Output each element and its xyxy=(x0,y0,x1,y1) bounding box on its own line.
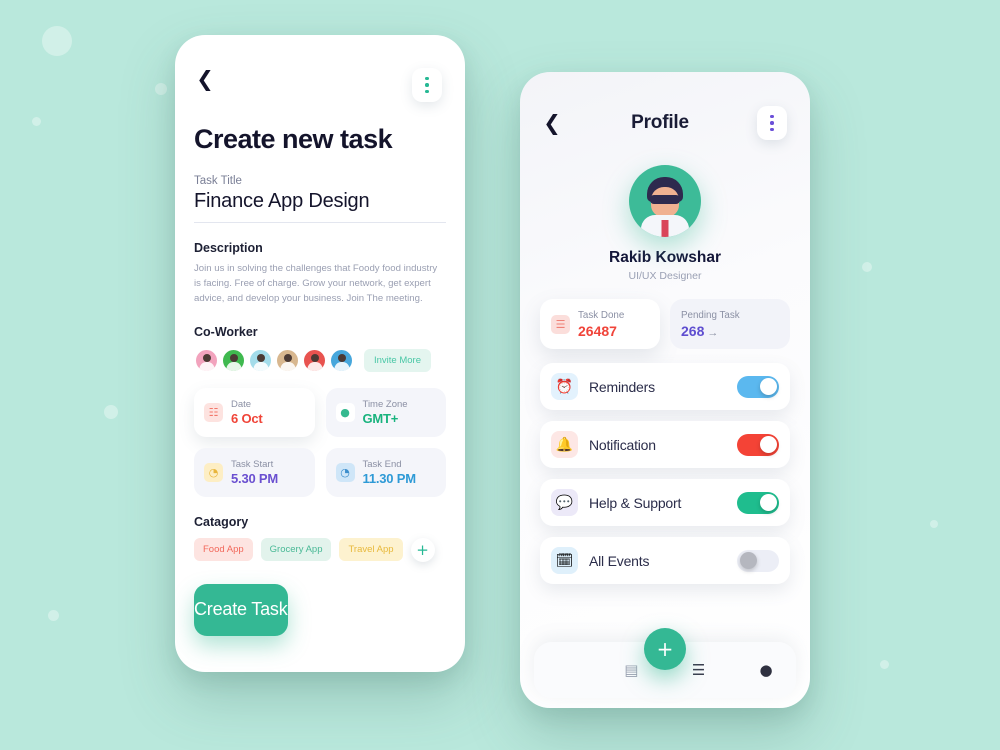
plus-icon[interactable]: + xyxy=(410,537,435,562)
bg-circle xyxy=(862,262,872,272)
settings-row[interactable]: 💬 Help & Support xyxy=(540,479,790,526)
create-task-button[interactable]: Create Task xyxy=(194,583,288,636)
avatar[interactable] xyxy=(329,347,354,373)
avatar[interactable] xyxy=(302,347,327,373)
bg-circle xyxy=(880,660,889,669)
bg-circle xyxy=(104,405,118,419)
bg-circle xyxy=(48,610,59,621)
schedule-card[interactable]: ◔ Task End 11.30 PM xyxy=(325,447,446,497)
toggle-switch[interactable] xyxy=(737,433,779,456)
schedule-card-label: Task End xyxy=(362,458,402,470)
profile-screen: ❮ Profile Rakib Kowshar UI/UX Designer ☰… xyxy=(520,72,810,708)
profile-header: ❮ Profile xyxy=(520,72,810,140)
schedule-card-value: 5.30 PM xyxy=(231,470,279,486)
schedule-card-label: Date xyxy=(231,398,252,410)
calendar-events-icon: 🗓 xyxy=(551,547,578,574)
schedule-card-label: Time Zone xyxy=(362,398,408,410)
chevron-left-icon[interactable]: ❮ xyxy=(541,112,563,134)
stat-value: 26487 xyxy=(578,322,617,339)
page-title: Profile xyxy=(631,112,689,133)
settings-row[interactable]: ⏰ Reminders xyxy=(540,363,790,410)
task-title-input[interactable]: Finance App Design xyxy=(175,190,465,213)
task-title-label: Task Title xyxy=(194,175,242,187)
nav-profile[interactable]: ● xyxy=(754,658,778,682)
add-fab-button[interactable]: + xyxy=(644,628,686,670)
alarm-clock-icon: ⏰ xyxy=(551,373,578,400)
settings-row-label: All Events xyxy=(589,552,650,569)
clock-icon: ◔ xyxy=(204,462,223,482)
kebab-menu-icon[interactable] xyxy=(756,106,787,140)
user-name: Rakib Kowshar xyxy=(609,249,721,266)
bg-circle xyxy=(32,117,41,126)
schedule-card-label: Task Start xyxy=(231,458,274,470)
schedule-card-value: 11.30 PM xyxy=(362,470,417,486)
chevron-left-icon[interactable]: ❮ xyxy=(194,68,216,90)
category-chip[interactable]: Travel App xyxy=(339,538,403,562)
avatar[interactable] xyxy=(275,347,300,373)
bg-circle xyxy=(930,520,938,528)
toggle-switch[interactable] xyxy=(737,549,779,572)
settings-row[interactable]: 🔔 Notification xyxy=(540,421,790,468)
chat-bubble-icon: 💬 xyxy=(551,489,578,516)
settings-row-label: Reminders xyxy=(589,378,655,395)
coworker-label: Co-Worker xyxy=(194,324,258,339)
category-chip-list: Food App Grocery App Travel App + xyxy=(175,537,465,562)
stat-card[interactable]: ☰ Task Done 26487 xyxy=(540,299,660,349)
bell-icon: 🔔 xyxy=(551,431,578,458)
description-label: Description xyxy=(194,241,263,255)
nav-dashboard[interactable] xyxy=(552,658,576,682)
page-title: Create new task xyxy=(194,124,393,154)
kebab-menu-icon[interactable] xyxy=(412,68,442,102)
globe-icon: ● xyxy=(335,402,355,422)
user-avatar xyxy=(629,165,701,237)
stat-label: Pending Task xyxy=(681,309,740,321)
toggle-switch[interactable] xyxy=(737,491,779,514)
schedule-card[interactable]: ☷ Date 6 Oct xyxy=(194,387,315,437)
settings-list: ⏰ Reminders 🔔 Notification 💬 Help & Support 🗓 A… xyxy=(520,363,810,584)
schedule-card[interactable]: ● Time Zone GMT+ xyxy=(325,387,446,437)
bg-circle xyxy=(155,83,167,95)
description-text[interactable]: Join us in solving the challenges that F… xyxy=(175,262,465,307)
stat-label: Task Done xyxy=(578,309,625,321)
clock-icon: ◔ xyxy=(335,462,355,482)
toggle-switch[interactable] xyxy=(737,375,779,398)
category-label: Catagory xyxy=(194,514,249,529)
avatar[interactable] xyxy=(248,347,273,373)
stat-card[interactable]: Pending Task 268 → xyxy=(670,299,790,349)
schedule-card-value: GMT+ xyxy=(362,410,399,426)
bg-circle xyxy=(42,26,72,56)
avatar[interactable] xyxy=(221,347,246,373)
create-task-header: ❮ xyxy=(175,35,465,102)
category-chip[interactable]: Food App xyxy=(194,538,253,562)
category-chip[interactable]: Grocery App xyxy=(260,538,332,562)
arrow-right-icon: → xyxy=(704,326,719,339)
nav-list[interactable]: ☰ xyxy=(687,658,711,682)
stat-value: 268 → xyxy=(681,322,719,339)
invite-more-button[interactable]: Invite More xyxy=(364,348,431,372)
create-task-screen: ❮ Create new task Task Title Finance App… xyxy=(175,35,465,672)
avatar[interactable] xyxy=(194,347,219,373)
settings-row-label: Notification xyxy=(589,436,656,453)
schedule-card-grid: ☷ Date 6 Oct ● Time Zone GMT+ ◔ Task Start 5.30 … xyxy=(175,387,465,497)
calendar-icon: ☷ xyxy=(204,402,223,422)
stats-row: ☰ Task Done 26487 Pending Task 268 → xyxy=(520,299,810,349)
schedule-card[interactable]: ◔ Task Start 5.30 PM xyxy=(194,447,315,497)
coworker-avatar-list: Invite More xyxy=(175,347,465,373)
settings-row-label: Help & Support xyxy=(589,494,682,511)
nav-calendar[interactable]: ▤ xyxy=(619,658,643,682)
clipboard-icon: ☰ xyxy=(551,314,570,334)
schedule-card-value: 6 Oct xyxy=(231,410,263,426)
task-title-underline xyxy=(194,222,446,223)
settings-row[interactable]: 🗓 All Events xyxy=(540,537,790,584)
user-role: UI/UX Designer xyxy=(628,270,702,282)
